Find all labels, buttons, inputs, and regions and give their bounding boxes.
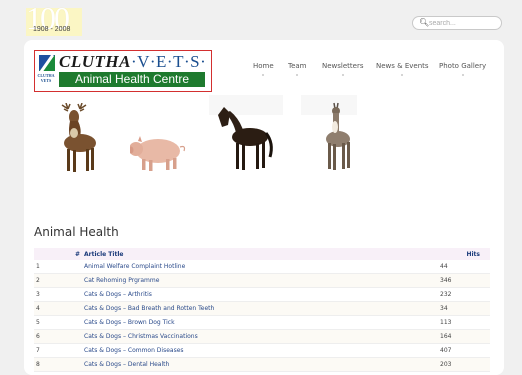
table-header-row: # Article Title Hits [34, 248, 490, 260]
row-hits: 232 [440, 287, 490, 302]
table-row: 1 Animal Welfare Complaint Hotline 44 [34, 260, 490, 274]
row-title-cell: Cats & Dogs – Bad Breath and Rotten Teet… [84, 301, 440, 316]
column-header-number[interactable]: # [34, 248, 84, 260]
article-link[interactable]: Cats & Dogs – Bad Breath and Rotten Teet… [84, 305, 214, 312]
row-hits: 203 [440, 357, 490, 372]
row-title-cell: Cat Rehoming Prgramme [84, 273, 440, 288]
nav-item-photo-gallery[interactable]: Photo Gallery [439, 62, 486, 76]
site-logo[interactable]: CLUTHA VETS CLUTHA·V·E·T·S· Animal Healt… [34, 50, 212, 92]
row-number: 5 [34, 315, 84, 330]
row-hits: 407 [440, 343, 490, 358]
horse-image [218, 107, 273, 170]
nav-item-team[interactable]: Team [288, 62, 307, 76]
animal-banner [24, 95, 504, 175]
row-hits: 44 [440, 260, 490, 274]
article-link[interactable]: Cats & Dogs – Common Diseases [84, 347, 184, 354]
search-icon: 🔍︎ [419, 18, 430, 27]
logo-emblem-text: CLUTHA VETS [37, 73, 55, 83]
article-link[interactable]: Cats & Dogs – Dental Health [84, 361, 169, 368]
row-hits: 346 [440, 273, 490, 288]
row-title-cell: Cats & Dogs – Christmas Vaccinations [84, 329, 440, 344]
table-row: 4 Cats & Dogs – Bad Breath and Rotten Te… [34, 301, 490, 316]
row-number: 4 [34, 301, 84, 316]
centennial-badge: 100 1908 - 2008 [26, 2, 82, 36]
article-link[interactable]: Cats & Dogs – Arthritis [84, 291, 152, 298]
logo-subtitle: Animal Health Centre [59, 72, 205, 87]
logo-title: CLUTHA·V·E·T·S· [59, 52, 207, 71]
column-header-title[interactable]: Article Title [84, 248, 440, 260]
row-number: 6 [34, 329, 84, 344]
row-number: 1 [34, 260, 84, 274]
article-link[interactable]: Cats & Dogs – Brown Dog Tick [84, 319, 175, 326]
row-title-cell: Cats & Dogs – Common Diseases [84, 343, 440, 358]
table-row: 5 Cats & Dogs – Brown Dog Tick 113 [34, 315, 490, 330]
row-number: 3 [34, 287, 84, 302]
search-input[interactable] [429, 17, 495, 29]
article-link[interactable]: Cat Rehoming Prgramme [84, 277, 159, 284]
column-header-hits[interactable]: Hits [440, 248, 490, 260]
logo-emblem-icon [39, 55, 55, 71]
article-link[interactable]: Animal Welfare Complaint Hotline [84, 263, 185, 270]
section-title: Animal Health [34, 225, 119, 239]
table-row: 3 Cats & Dogs – Arthritis 232 [34, 287, 490, 302]
row-title-cell: Cats & Dogs – Arthritis [84, 287, 440, 302]
table-row: 7 Cats & Dogs – Common Diseases 407 [34, 343, 490, 358]
row-hits: 164 [440, 329, 490, 344]
nav-item-news-events[interactable]: News & Events [376, 62, 429, 76]
row-hits: 113 [440, 315, 490, 330]
centennial-years: 1908 - 2008 [33, 26, 71, 33]
nav-item-home[interactable]: Home [253, 62, 274, 76]
row-number: 7 [34, 343, 84, 358]
top-bar: 100 1908 - 2008 🔍︎ [0, 0, 522, 40]
table-row: 2 Cat Rehoming Prgramme 346 [34, 273, 490, 288]
row-title-cell: Animal Welfare Complaint Hotline [84, 260, 440, 274]
page-content: CLUTHA VETS CLUTHA·V·E·T·S· Animal Healt… [24, 40, 504, 375]
article-link[interactable]: Cats & Dogs – Christmas Vaccinations [84, 333, 198, 340]
articles-table: # Article Title Hits 1 Animal Welfare Co… [34, 248, 490, 372]
row-title-cell: Cats & Dogs – Dental Health [84, 357, 440, 372]
row-number: 2 [34, 273, 84, 288]
llama-image [326, 102, 350, 170]
row-number: 8 [34, 357, 84, 372]
table-row: 6 Cats & Dogs – Christmas Vaccinations 1… [34, 329, 490, 344]
deer-image [61, 103, 96, 172]
search-box[interactable]: 🔍︎ [412, 16, 502, 30]
table-row: 8 Cats & Dogs – Dental Health 203 [34, 357, 490, 372]
row-title-cell: Cats & Dogs – Brown Dog Tick [84, 315, 440, 330]
nav-item-newsletters[interactable]: Newsletters [322, 62, 364, 76]
row-hits: 34 [440, 301, 490, 316]
pig-image [130, 136, 186, 171]
